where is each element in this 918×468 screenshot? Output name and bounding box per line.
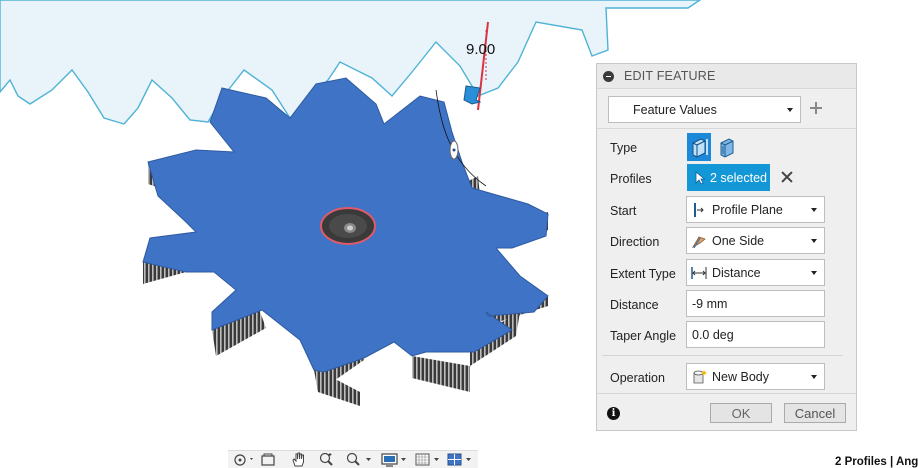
feature-values-dropdown[interactable]: Feature Values — [608, 96, 801, 123]
pan-icon[interactable] — [290, 452, 308, 467]
feature-values-label: Feature Values — [633, 102, 717, 117]
extent-type-label: Extent Type — [610, 267, 676, 281]
chevron-down-icon — [811, 207, 817, 212]
viewports-icon[interactable] — [446, 452, 476, 467]
extent-type-value: Distance — [712, 265, 761, 280]
start-label: Start — [610, 204, 637, 218]
chevron-down-icon — [811, 270, 817, 275]
direction-dropdown[interactable]: One Side — [686, 227, 825, 254]
taper-angle-label: Taper Angle — [610, 329, 677, 343]
cursor-arrow-icon — [695, 170, 705, 185]
distance-icon — [691, 266, 707, 279]
profile-plane-icon — [694, 202, 704, 217]
display-settings-icon[interactable] — [380, 452, 410, 467]
start-dropdown[interactable]: Profile Plane — [686, 196, 825, 223]
thin-extrude-icon — [720, 138, 734, 158]
profiles-selected-text: 2 selected — [710, 170, 767, 185]
direction-value: One Side — [712, 233, 765, 248]
operation-value: New Body — [712, 369, 769, 384]
distance-input[interactable] — [686, 290, 825, 317]
taper-angle-input[interactable] — [686, 321, 825, 348]
panel-footer: i OK Cancel — [597, 393, 856, 431]
grid-settings-icon[interactable] — [414, 452, 444, 467]
direction-label: Direction — [610, 235, 660, 249]
start-value: Profile Plane — [712, 202, 783, 217]
edit-feature-panel: EDIT FEATURE Feature Values Type Profile… — [596, 63, 857, 431]
type-extrude-button[interactable] — [687, 133, 711, 161]
clear-selection-icon[interactable] — [781, 171, 793, 183]
one-side-icon — [691, 236, 706, 248]
cancel-button[interactable]: Cancel — [784, 403, 846, 423]
info-icon[interactable]: i — [607, 407, 620, 420]
navigation-toolbar — [228, 450, 478, 468]
chevron-down-icon — [811, 374, 817, 379]
orbit-icon[interactable] — [232, 452, 256, 467]
panel-body: Type Profiles 2 selected Start Profile P… — [597, 128, 856, 394]
panel-title: EDIT FEATURE — [624, 69, 716, 83]
extent-type-dropdown[interactable]: Distance — [686, 259, 825, 286]
operation-label: Operation — [610, 371, 665, 385]
add-icon[interactable] — [809, 100, 823, 116]
distance-label: Distance — [610, 298, 659, 312]
panel-header: EDIT FEATURE — [597, 64, 856, 89]
solid-extrude-icon — [692, 138, 708, 158]
chevron-down-icon — [811, 238, 817, 243]
type-thin-button[interactable] — [715, 133, 739, 161]
profiles-select-button[interactable]: 2 selected — [687, 164, 770, 191]
profiles-label: Profiles — [610, 172, 652, 186]
zoom-icon[interactable] — [318, 452, 336, 467]
operation-dropdown[interactable]: New Body — [686, 363, 825, 390]
ok-button[interactable]: OK — [710, 403, 772, 423]
type-label: Type — [610, 141, 638, 155]
fit-icon[interactable] — [344, 452, 374, 467]
status-readout: 2 Profiles | Ang — [835, 456, 918, 468]
new-body-icon — [693, 369, 707, 383]
chevron-down-icon — [787, 107, 793, 112]
collapse-icon[interactable] — [603, 70, 614, 82]
dimension-label[interactable]: 9.00 — [466, 41, 495, 58]
look-at-icon[interactable] — [260, 452, 278, 467]
divider — [602, 355, 843, 356]
